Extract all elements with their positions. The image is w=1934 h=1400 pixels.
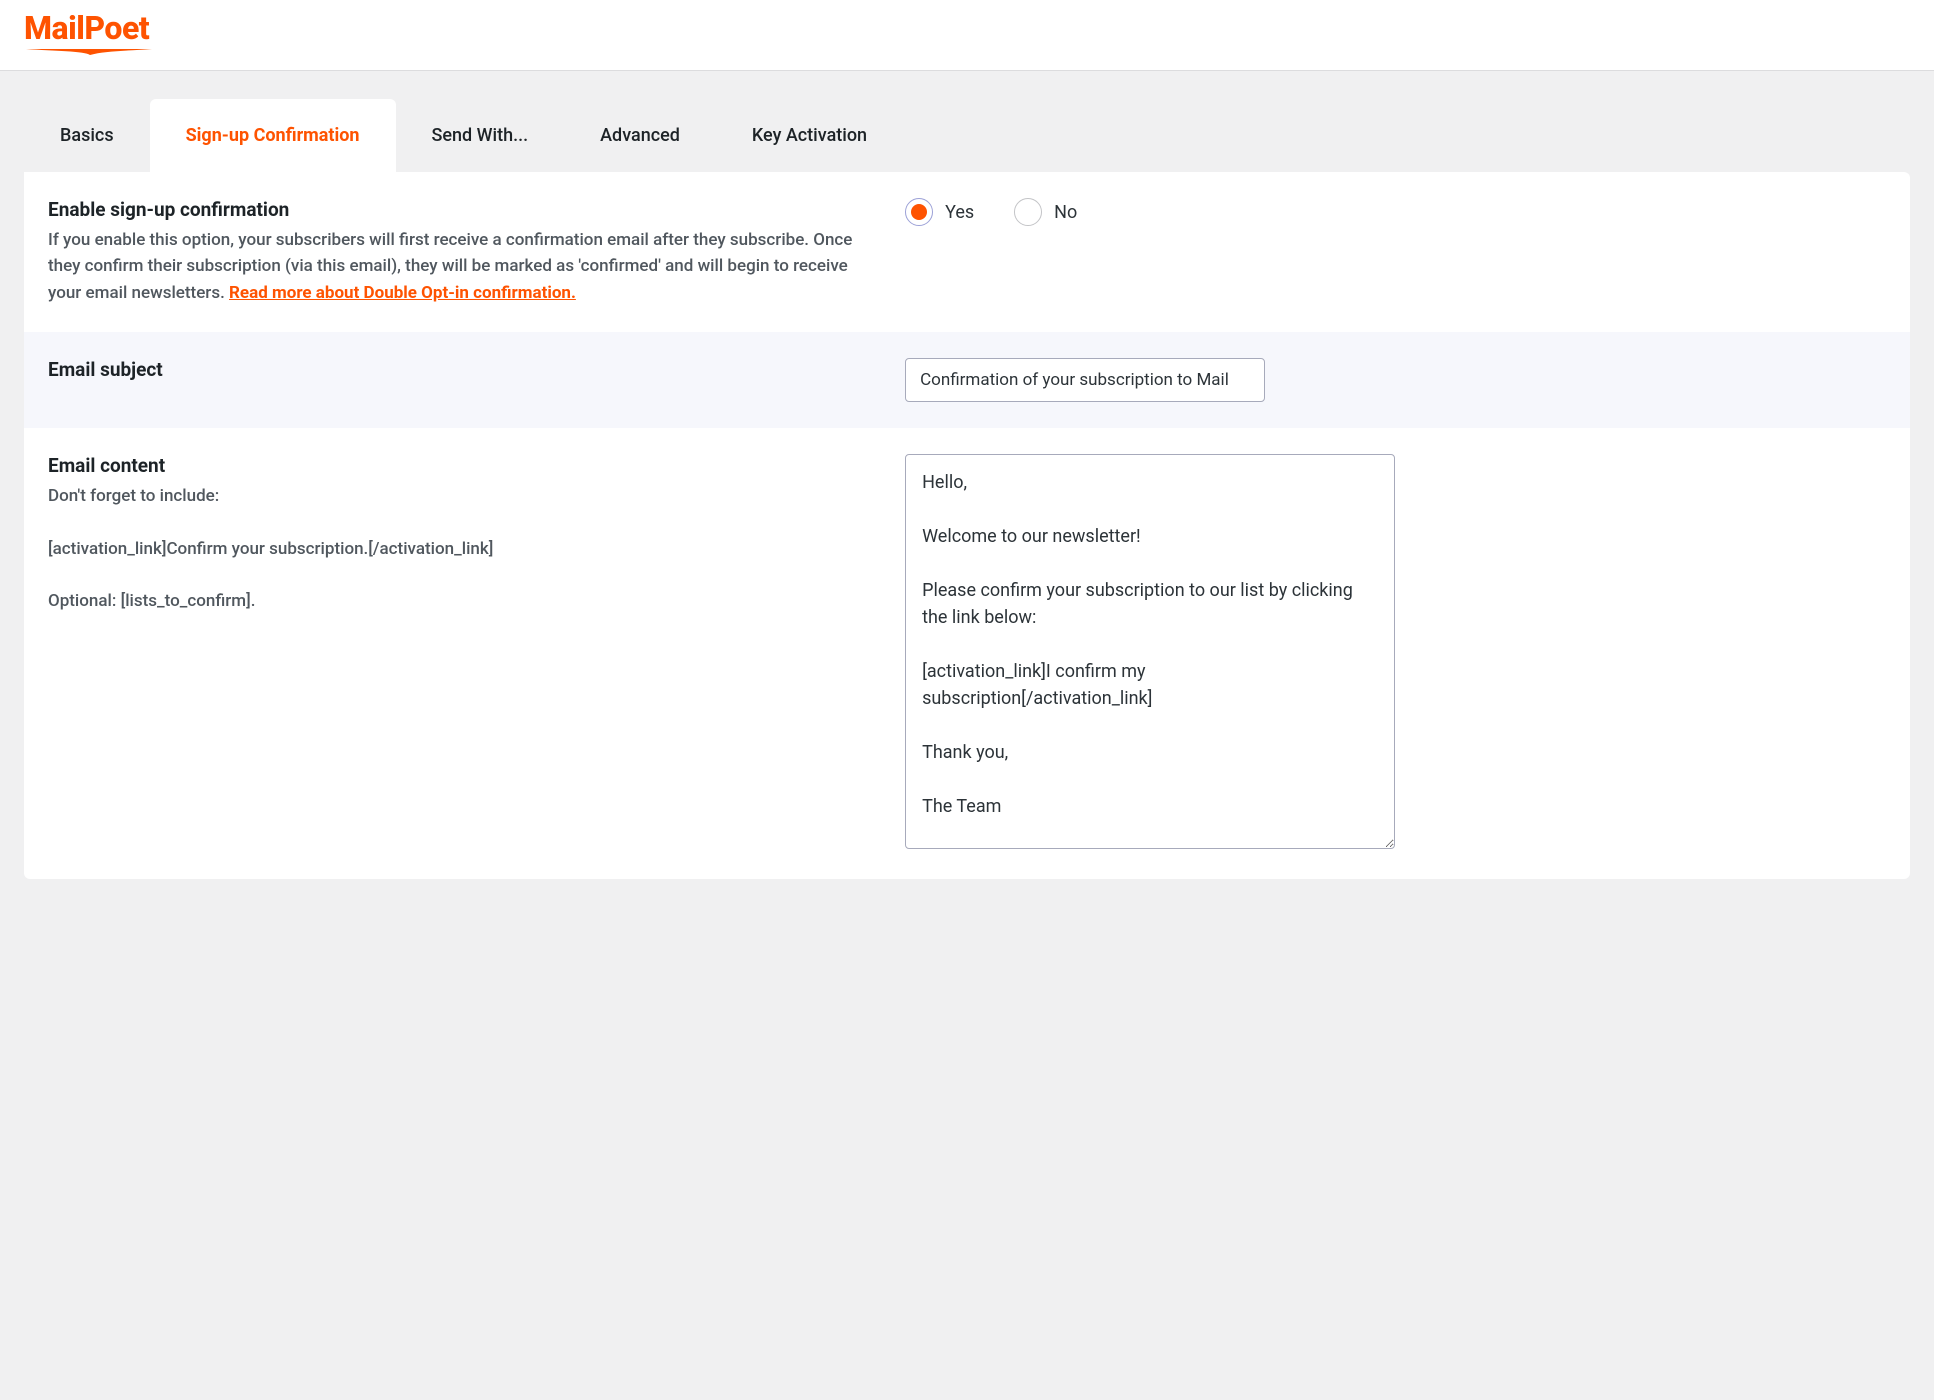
radio-checked-icon: [905, 198, 933, 226]
logo: MailPoet: [24, 12, 154, 56]
tab-signup-confirmation[interactable]: Sign-up Confirmation: [150, 99, 396, 172]
hint-intro: Don't forget to include:: [48, 483, 875, 509]
row-enable-control-col: Yes No: [905, 198, 1886, 306]
hint-activation-link: [activation_link]Confirm your subscripti…: [48, 536, 875, 562]
logo-text: MailPoet: [24, 12, 154, 44]
tab-key-activation[interactable]: Key Activation: [716, 99, 903, 172]
enable-signup-radio-yes[interactable]: Yes: [905, 198, 974, 226]
settings-page: Basics Sign-up Confirmation Send With...…: [0, 71, 1934, 907]
row-enable-label-col: Enable sign-up confirmation If you enabl…: [48, 198, 875, 306]
email-subject-input[interactable]: [905, 358, 1265, 402]
row-subject-label-col: Email subject: [48, 358, 875, 402]
app-header: MailPoet: [0, 0, 1934, 71]
tab-advanced[interactable]: Advanced: [564, 99, 716, 172]
tabs-bar: Basics Sign-up Confirmation Send With...…: [24, 99, 1910, 172]
row-email-content: Email content Don't forget to include: […: [24, 428, 1910, 879]
radio-unchecked-icon: [1014, 198, 1042, 226]
email-subject-title: Email subject: [48, 358, 875, 381]
enable-signup-title: Enable sign-up confirmation: [48, 198, 875, 221]
enable-signup-description: If you enable this option, your subscrib…: [48, 227, 875, 306]
row-content-control-col: [905, 454, 1886, 853]
enable-signup-radio-group: Yes No: [905, 198, 1886, 226]
tab-send-with[interactable]: Send With...: [396, 99, 565, 172]
hint-optional: Optional: [lists_to_confirm].: [48, 588, 875, 614]
radio-yes-label: Yes: [945, 202, 974, 223]
double-optin-link[interactable]: Read more about Double Opt-in confirmati…: [229, 283, 576, 303]
row-subject-control-col: [905, 358, 1886, 402]
row-content-label-col: Email content Don't forget to include: […: [48, 454, 875, 853]
settings-panel: Enable sign-up confirmation If you enabl…: [24, 172, 1910, 879]
email-content-textarea[interactable]: [905, 454, 1395, 849]
tab-basics[interactable]: Basics: [24, 99, 150, 172]
row-email-subject: Email subject: [24, 332, 1910, 428]
radio-dot-icon: [911, 204, 927, 220]
row-enable-signup: Enable sign-up confirmation If you enabl…: [24, 172, 1910, 332]
email-content-title: Email content: [48, 454, 875, 477]
enable-signup-radio-no[interactable]: No: [1014, 198, 1077, 226]
email-content-hint: Don't forget to include: [activation_lin…: [48, 483, 875, 615]
logo-underline-icon: [24, 46, 154, 56]
radio-no-label: No: [1054, 202, 1077, 223]
